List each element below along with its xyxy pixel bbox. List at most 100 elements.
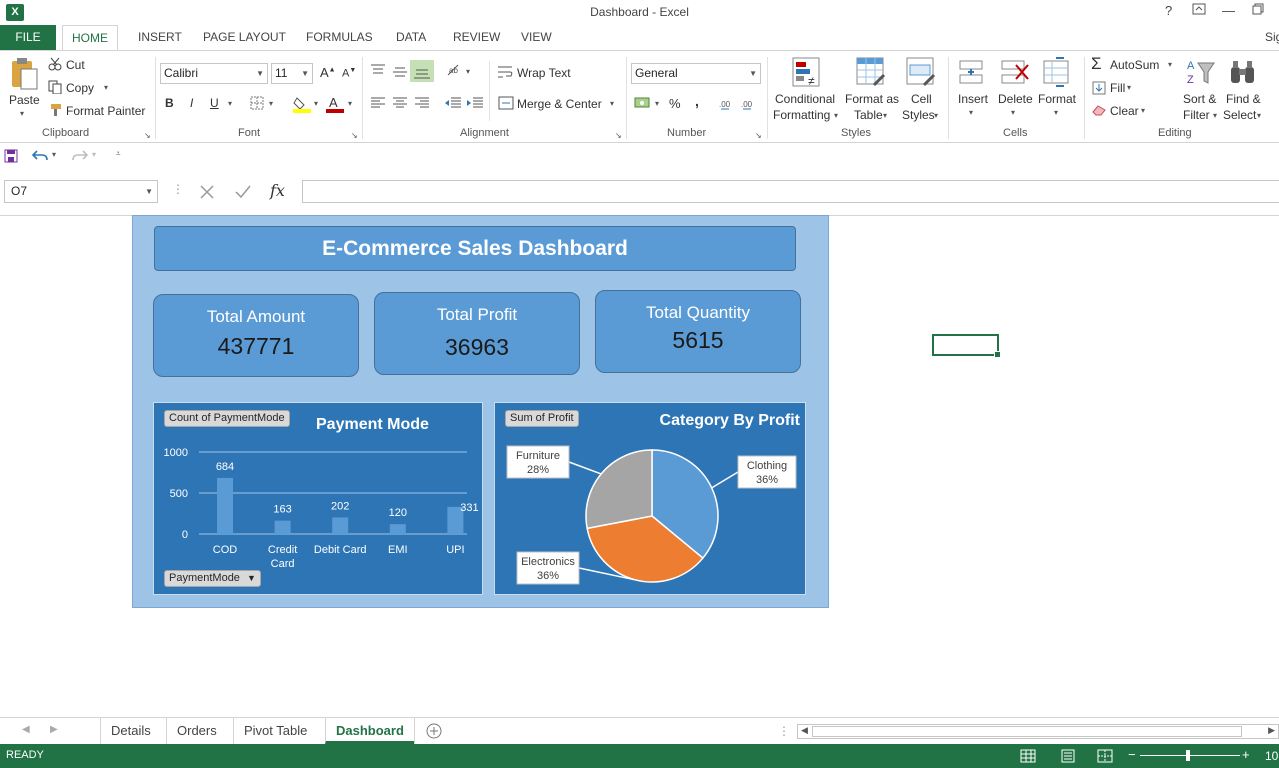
- redo-icon[interactable]: [72, 148, 89, 165]
- selected-cell[interactable]: [932, 334, 1001, 358]
- conditional-formatting-icon[interactable]: ≠: [792, 57, 822, 92]
- increase-font-size-button[interactable]: A▲: [320, 65, 336, 80]
- increase-indent-icon[interactable]: [467, 97, 483, 112]
- kpi-total-quantity[interactable]: Total Quantity 5615: [595, 290, 801, 373]
- conditional-formatting-label[interactable]: Conditional: [775, 92, 835, 106]
- zoom-slider-thumb[interactable]: [1186, 750, 1190, 761]
- underline-button[interactable]: U: [210, 96, 219, 110]
- sort-dropdown-icon[interactable]: ▾: [1213, 111, 1217, 120]
- insert-dropdown-icon[interactable]: ▾: [969, 108, 973, 117]
- merge-dropdown-icon[interactable]: ▾: [610, 99, 614, 108]
- save-icon[interactable]: [4, 149, 18, 166]
- decrease-indent-icon[interactable]: [445, 97, 461, 112]
- align-left-icon[interactable]: [371, 97, 385, 112]
- help-icon[interactable]: ?: [1165, 3, 1172, 18]
- delete-dropdown-icon[interactable]: ▾: [1011, 108, 1015, 117]
- accounting-dropdown-icon[interactable]: ▾: [655, 99, 659, 108]
- conditional-dropdown-icon[interactable]: ▾: [834, 111, 838, 120]
- confirm-entry-icon[interactable]: [234, 184, 252, 203]
- cancel-entry-icon[interactable]: [199, 184, 215, 203]
- format-as-table-icon[interactable]: [856, 57, 886, 92]
- cut-button[interactable]: Cut: [66, 58, 85, 72]
- find-select-binoculars-icon[interactable]: [1229, 59, 1257, 90]
- clipboard-launcher-icon[interactable]: ↘: [144, 131, 151, 140]
- format-painter-button[interactable]: Format Painter: [66, 104, 145, 118]
- paste-dropdown-icon[interactable]: ▾: [20, 109, 24, 118]
- tab-view[interactable]: VIEW: [521, 25, 552, 50]
- paste-button[interactable]: [8, 57, 38, 96]
- alignment-launcher-icon[interactable]: ↘: [615, 131, 622, 140]
- format-cells-icon[interactable]: [1042, 57, 1072, 92]
- format-dropdown-icon[interactable]: ▾: [1054, 108, 1058, 117]
- clear-dropdown-icon[interactable]: ▾: [1141, 106, 1145, 115]
- worksheet-area[interactable]: E-Commerce Sales Dashboard Total Amount …: [0, 215, 1279, 715]
- find-select-label[interactable]: Find &: [1226, 92, 1261, 106]
- number-launcher-icon[interactable]: ↘: [755, 131, 762, 140]
- cell-styles-icon[interactable]: [906, 57, 936, 92]
- scroll-left-icon[interactable]: ◀: [801, 725, 808, 736]
- page-break-view-icon[interactable]: [1097, 749, 1113, 766]
- font-launcher-icon[interactable]: ↘: [351, 131, 358, 140]
- decrease-font-size-button[interactable]: A▼: [342, 67, 356, 80]
- borders-dropdown-icon[interactable]: ▾: [269, 99, 273, 108]
- redo-dropdown-icon[interactable]: ▾: [92, 150, 96, 159]
- tab-review[interactable]: REVIEW: [453, 25, 500, 50]
- clear-button[interactable]: Clear: [1110, 104, 1139, 118]
- fill-dropdown-icon[interactable]: ▾: [1127, 83, 1131, 92]
- zoom-level[interactable]: 10: [1265, 749, 1278, 763]
- find-dropdown-icon[interactable]: ▾: [1257, 111, 1261, 120]
- decrease-decimal-icon[interactable]: .00: [741, 96, 759, 113]
- tab-page-layout[interactable]: PAGE LAYOUT: [203, 25, 286, 50]
- tab-split-handle-icon[interactable]: ⋮: [778, 724, 790, 738]
- sort-filter-label[interactable]: Sort &: [1183, 92, 1216, 106]
- sheet-tab-details[interactable]: Details: [100, 718, 161, 744]
- cell-styles-dropdown-icon[interactable]: ▾: [934, 111, 938, 120]
- autosum-button[interactable]: AutoSum: [1110, 58, 1159, 72]
- normal-view-icon[interactable]: [1020, 749, 1036, 766]
- scroll-tabs-left-icon[interactable]: ◀: [22, 724, 30, 735]
- font-name-select[interactable]: Calibri ▼: [160, 63, 268, 84]
- new-sheet-button[interactable]: [414, 718, 453, 744]
- orientation-icon[interactable]: ab: [446, 63, 462, 80]
- format-cells-button[interactable]: Format: [1038, 92, 1076, 106]
- conditional-formatting-label-2[interactable]: Formatting: [773, 108, 830, 122]
- tab-insert[interactable]: INSERT: [138, 25, 182, 50]
- find-select-label-2[interactable]: Select: [1223, 108, 1256, 122]
- merge-center-button[interactable]: Merge & Center: [517, 97, 602, 111]
- number-format-select[interactable]: General ▼: [631, 63, 761, 84]
- tab-file[interactable]: FILE: [0, 25, 56, 50]
- zoom-slider[interactable]: [1140, 755, 1240, 756]
- accounting-format-icon[interactable]: [634, 96, 652, 113]
- underline-dropdown-icon[interactable]: ▾: [228, 99, 232, 108]
- wrap-text-button[interactable]: Wrap Text: [517, 66, 571, 80]
- ribbon-display-options-icon[interactable]: [1192, 3, 1206, 18]
- format-table-dropdown-icon[interactable]: ▾: [883, 111, 887, 120]
- sheet-tab-orders[interactable]: Orders: [166, 718, 227, 744]
- tab-home[interactable]: HOME: [62, 25, 118, 51]
- fill-button[interactable]: Fill: [1110, 81, 1125, 95]
- orientation-dropdown-icon[interactable]: ▾: [466, 67, 470, 76]
- payment-mode-chart[interactable]: Count of PaymentMode Payment Mode 0 500 10…: [153, 402, 483, 595]
- dashboard-title[interactable]: E-Commerce Sales Dashboard: [154, 226, 796, 271]
- sort-filter-label-2[interactable]: Filter: [1183, 108, 1210, 122]
- minimize-icon[interactable]: —: [1222, 3, 1235, 18]
- name-box[interactable]: O7 ▼: [4, 180, 158, 203]
- format-as-table-label-2[interactable]: Table: [854, 108, 883, 122]
- sign-in-link[interactable]: Sig: [1265, 25, 1279, 50]
- scroll-tabs-right-icon[interactable]: ▶: [50, 724, 58, 735]
- horizontal-scrollbar[interactable]: ◀ ▶: [797, 724, 1279, 739]
- zoom-in-icon[interactable]: +: [1242, 747, 1250, 762]
- font-size-select[interactable]: 11 ▼: [271, 63, 313, 84]
- align-middle-icon[interactable]: [393, 66, 407, 81]
- comma-style-button[interactable]: ,: [695, 93, 699, 109]
- bold-button[interactable]: B: [165, 96, 174, 110]
- delete-cells-button[interactable]: Delete: [998, 92, 1033, 106]
- autosum-dropdown-icon[interactable]: ▾: [1168, 60, 1172, 69]
- cell-styles-label-2[interactable]: Styles: [902, 108, 935, 122]
- align-center-icon[interactable]: [393, 97, 407, 112]
- sheet-tab-pivot-table[interactable]: Pivot Table: [233, 718, 317, 744]
- kpi-total-amount[interactable]: Total Amount 437771: [153, 294, 359, 377]
- italic-button[interactable]: I: [190, 96, 193, 110]
- formula-bar-handle-icon[interactable]: ⋮: [172, 182, 184, 196]
- sort-filter-icon[interactable]: AZ: [1185, 57, 1215, 92]
